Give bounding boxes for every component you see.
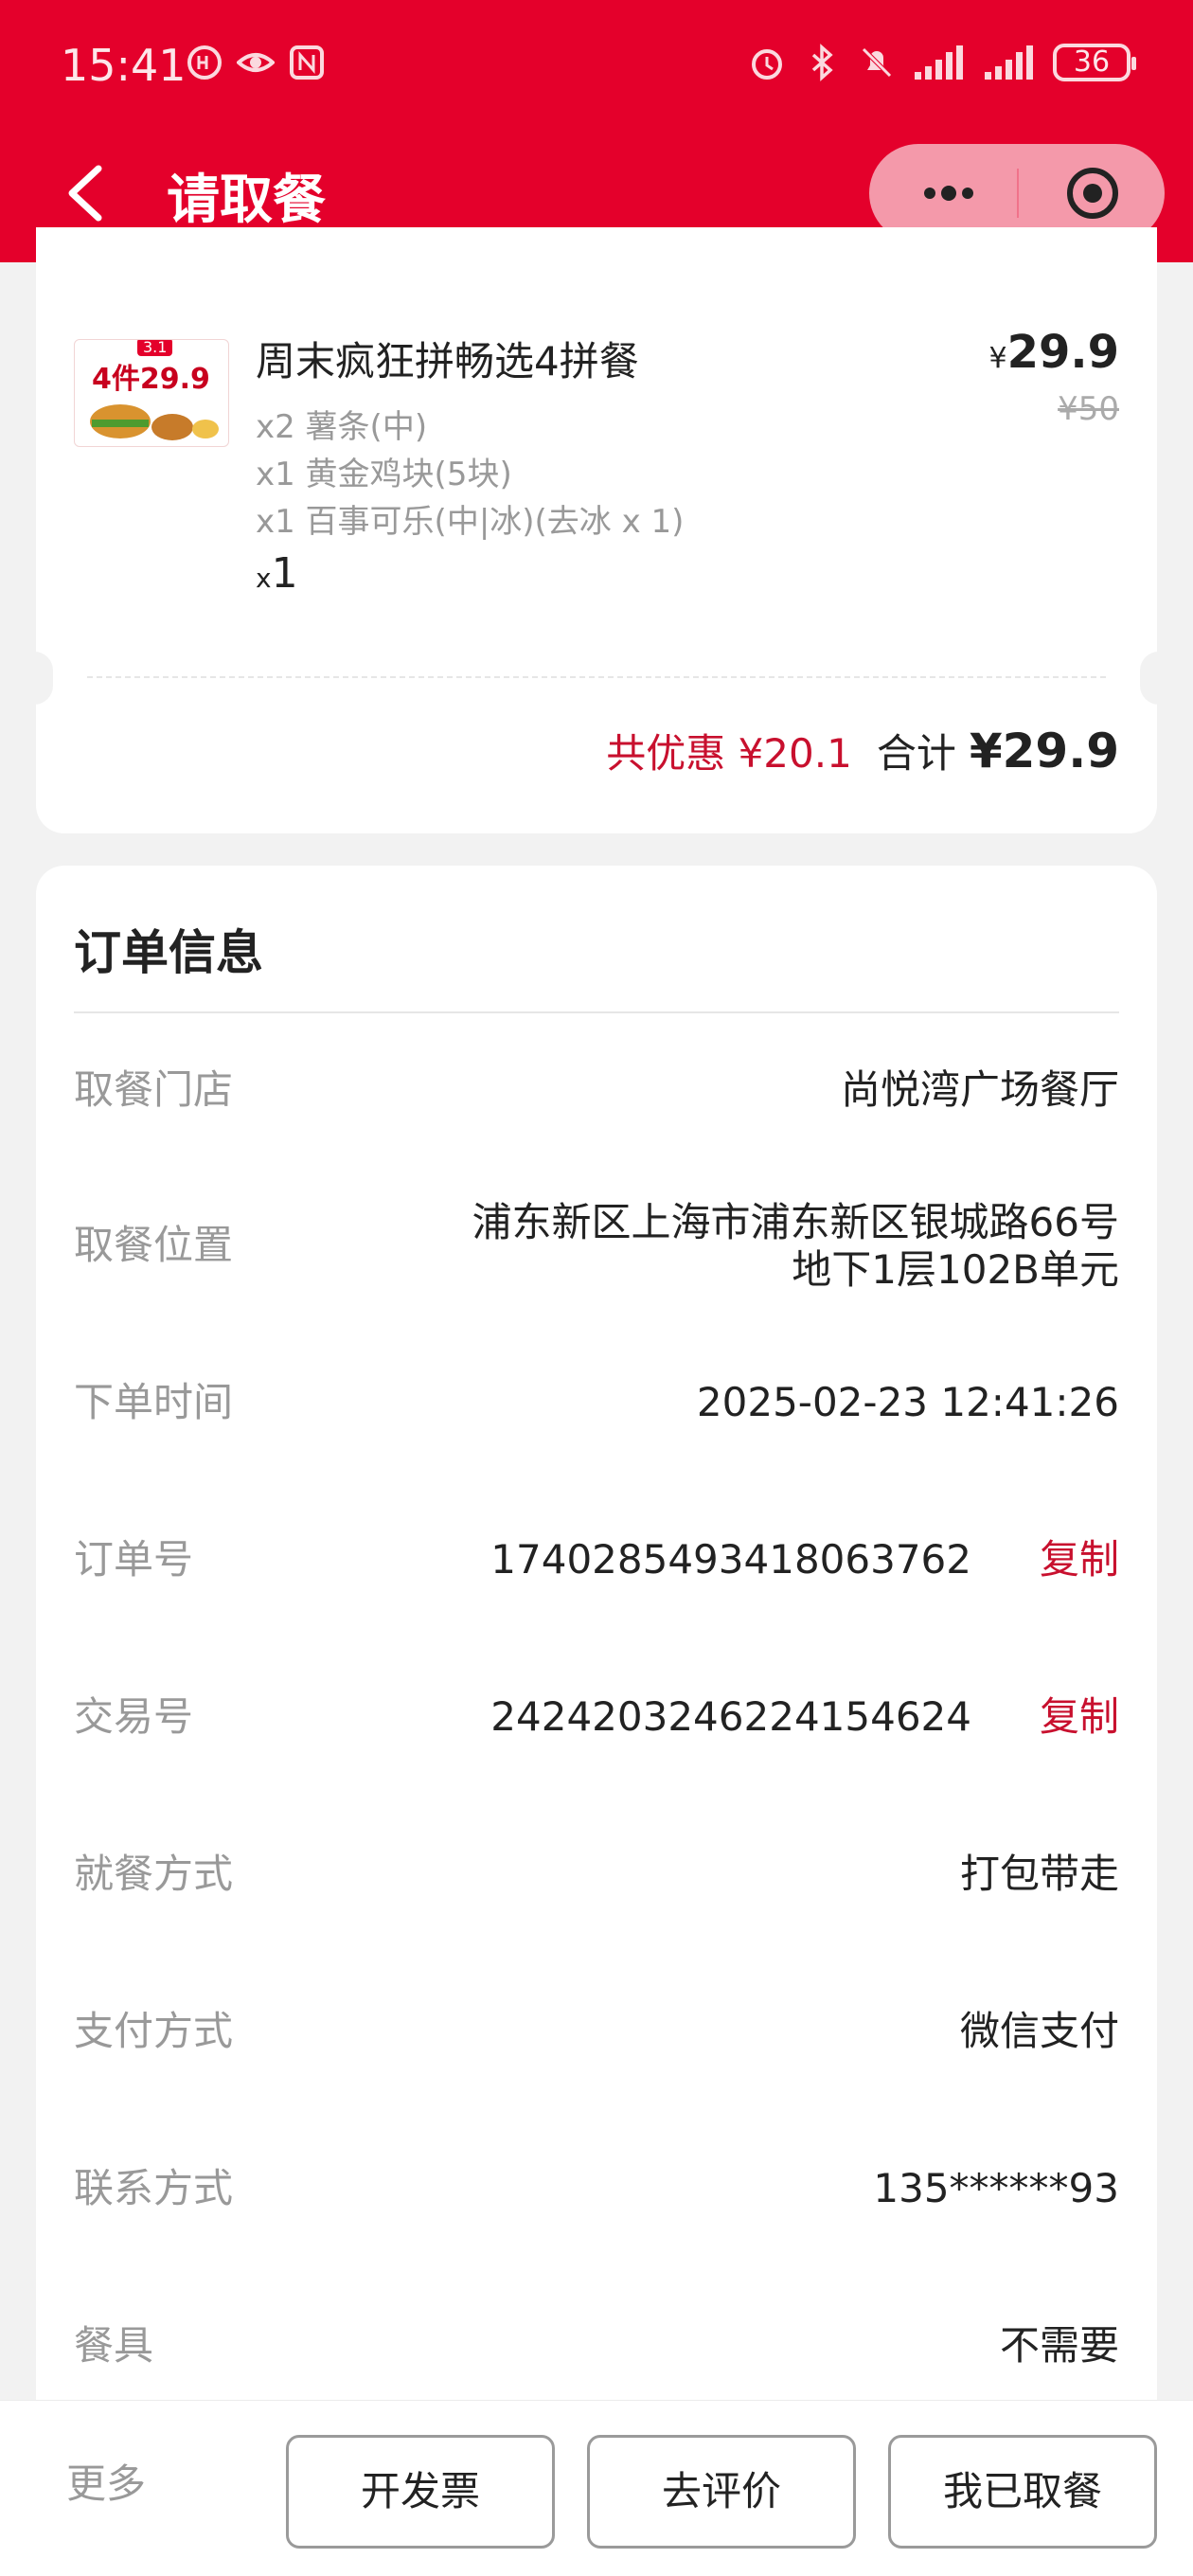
close-miniprogram-icon[interactable] xyxy=(1064,165,1121,222)
eye-icon xyxy=(237,53,275,72)
contact-phone: 135******93 xyxy=(873,2165,1119,2211)
signal-icon-1 xyxy=(915,45,963,80)
battery-indicator: 36 xyxy=(1053,44,1136,81)
list-item: x1 百事可乐(中|冰)(去冰 x 1) xyxy=(256,503,685,541)
total-amount: ¥29.9 xyxy=(969,724,1119,778)
copy-order-number-button[interactable]: 复制 xyxy=(1040,1517,1119,1602)
nfc-icon xyxy=(290,45,324,80)
bottom-action-bar: 更多 开发票 去评价 我已取餐 xyxy=(0,2400,1193,2576)
list-item: x2 薯条(中) xyxy=(256,408,428,446)
store-name: 尚悦湾广场餐厅 xyxy=(840,1066,1119,1113)
product-image: 3.1 4件29.9 xyxy=(74,339,229,447)
order-info-card: 订单信息 取餐门店 尚悦湾广场餐厅 取餐位置 浦东新区上海市浦东新区银城路66号… xyxy=(36,866,1157,2495)
original-price: ¥50 xyxy=(1058,390,1119,428)
mute-icon xyxy=(862,47,892,78)
copy-transaction-number-button[interactable]: 复制 xyxy=(1040,1674,1119,1760)
review-button[interactable]: 去评价 xyxy=(587,2435,856,2549)
payment-method: 微信支付 xyxy=(959,2008,1119,2054)
product-items: x2 薯条(中) x1 黄金鸡块(5块) x1 百事可乐(中|冰)(去冰 x 1… xyxy=(256,403,684,546)
total-label: 合计 xyxy=(876,730,956,777)
divider xyxy=(87,676,1106,678)
alarm-icon xyxy=(752,49,782,80)
app-header: 15:41 36 请取餐 xyxy=(0,0,1193,262)
info-row-contact: 联系方式 135******93 xyxy=(74,2146,1119,2231)
product-name: 周末疯狂拼畅选4拼餐 xyxy=(256,338,639,385)
info-row-store: 取餐门店 尚悦湾广场餐厅 xyxy=(74,1047,1119,1133)
section-title: 订单信息 xyxy=(74,925,263,980)
bluetooth-icon xyxy=(811,44,833,81)
transaction-number: 2424203246224154624 xyxy=(490,1693,971,1740)
info-row-cutlery: 餐具 不需要 xyxy=(74,2303,1119,2388)
picked-up-button[interactable]: 我已取餐 xyxy=(888,2435,1157,2549)
info-row-payment-method: 支付方式 微信支付 xyxy=(74,1989,1119,2074)
info-row-order-time: 下单时间 2025-02-23 12:41:26 xyxy=(74,1360,1119,1445)
cutlery: 不需要 xyxy=(999,2322,1119,2369)
page-title: 请取餐 xyxy=(167,170,326,231)
info-row-dining-mode: 就餐方式 打包带走 xyxy=(74,1832,1119,1917)
order-summary: 共优惠 ¥20.1 合计 ¥29.9 xyxy=(606,722,1119,779)
invoice-button[interactable]: 开发票 xyxy=(286,2435,555,2549)
back-arrow-icon[interactable] xyxy=(61,163,112,224)
signal-icon-2 xyxy=(985,45,1033,80)
status-time: 15:41 xyxy=(61,40,187,91)
info-row-transaction-number: 交易号 2424203246224154624 复制 xyxy=(74,1674,1119,1760)
product-quantity: x1 xyxy=(256,549,298,598)
list-item: x1 黄金鸡块(5块) xyxy=(256,456,512,493)
order-number: 1740285493418063762 xyxy=(490,1536,971,1583)
discount-amount: 共优惠 ¥20.1 xyxy=(606,730,852,777)
product-card: 3.1 4件29.9 周末疯狂拼畅选4拼餐 ¥29.9 ¥50 x2 薯条(中)… xyxy=(15,227,1178,833)
divider xyxy=(74,1011,1119,1013)
dining-mode: 打包带走 xyxy=(959,1851,1119,1897)
info-row-order-number: 订单号 1740285493418063762 复制 xyxy=(74,1517,1119,1602)
order-time: 2025-02-23 12:41:26 xyxy=(696,1379,1119,1425)
hd-icon xyxy=(187,45,222,80)
product-price: ¥29.9 xyxy=(988,326,1119,379)
pickup-location: 浦东新区上海市浦东新区银城路66号 地下1层102B单元 xyxy=(472,1199,1119,1293)
more-dots-icon[interactable] xyxy=(911,174,987,212)
info-row-location: 取餐位置 浦东新区上海市浦东新区银城路66号 地下1层102B单元 xyxy=(74,1199,1119,1293)
burger-icon xyxy=(90,404,219,440)
status-bar: 15:41 36 xyxy=(0,0,1193,133)
more-link[interactable]: 更多 xyxy=(66,2452,146,2510)
